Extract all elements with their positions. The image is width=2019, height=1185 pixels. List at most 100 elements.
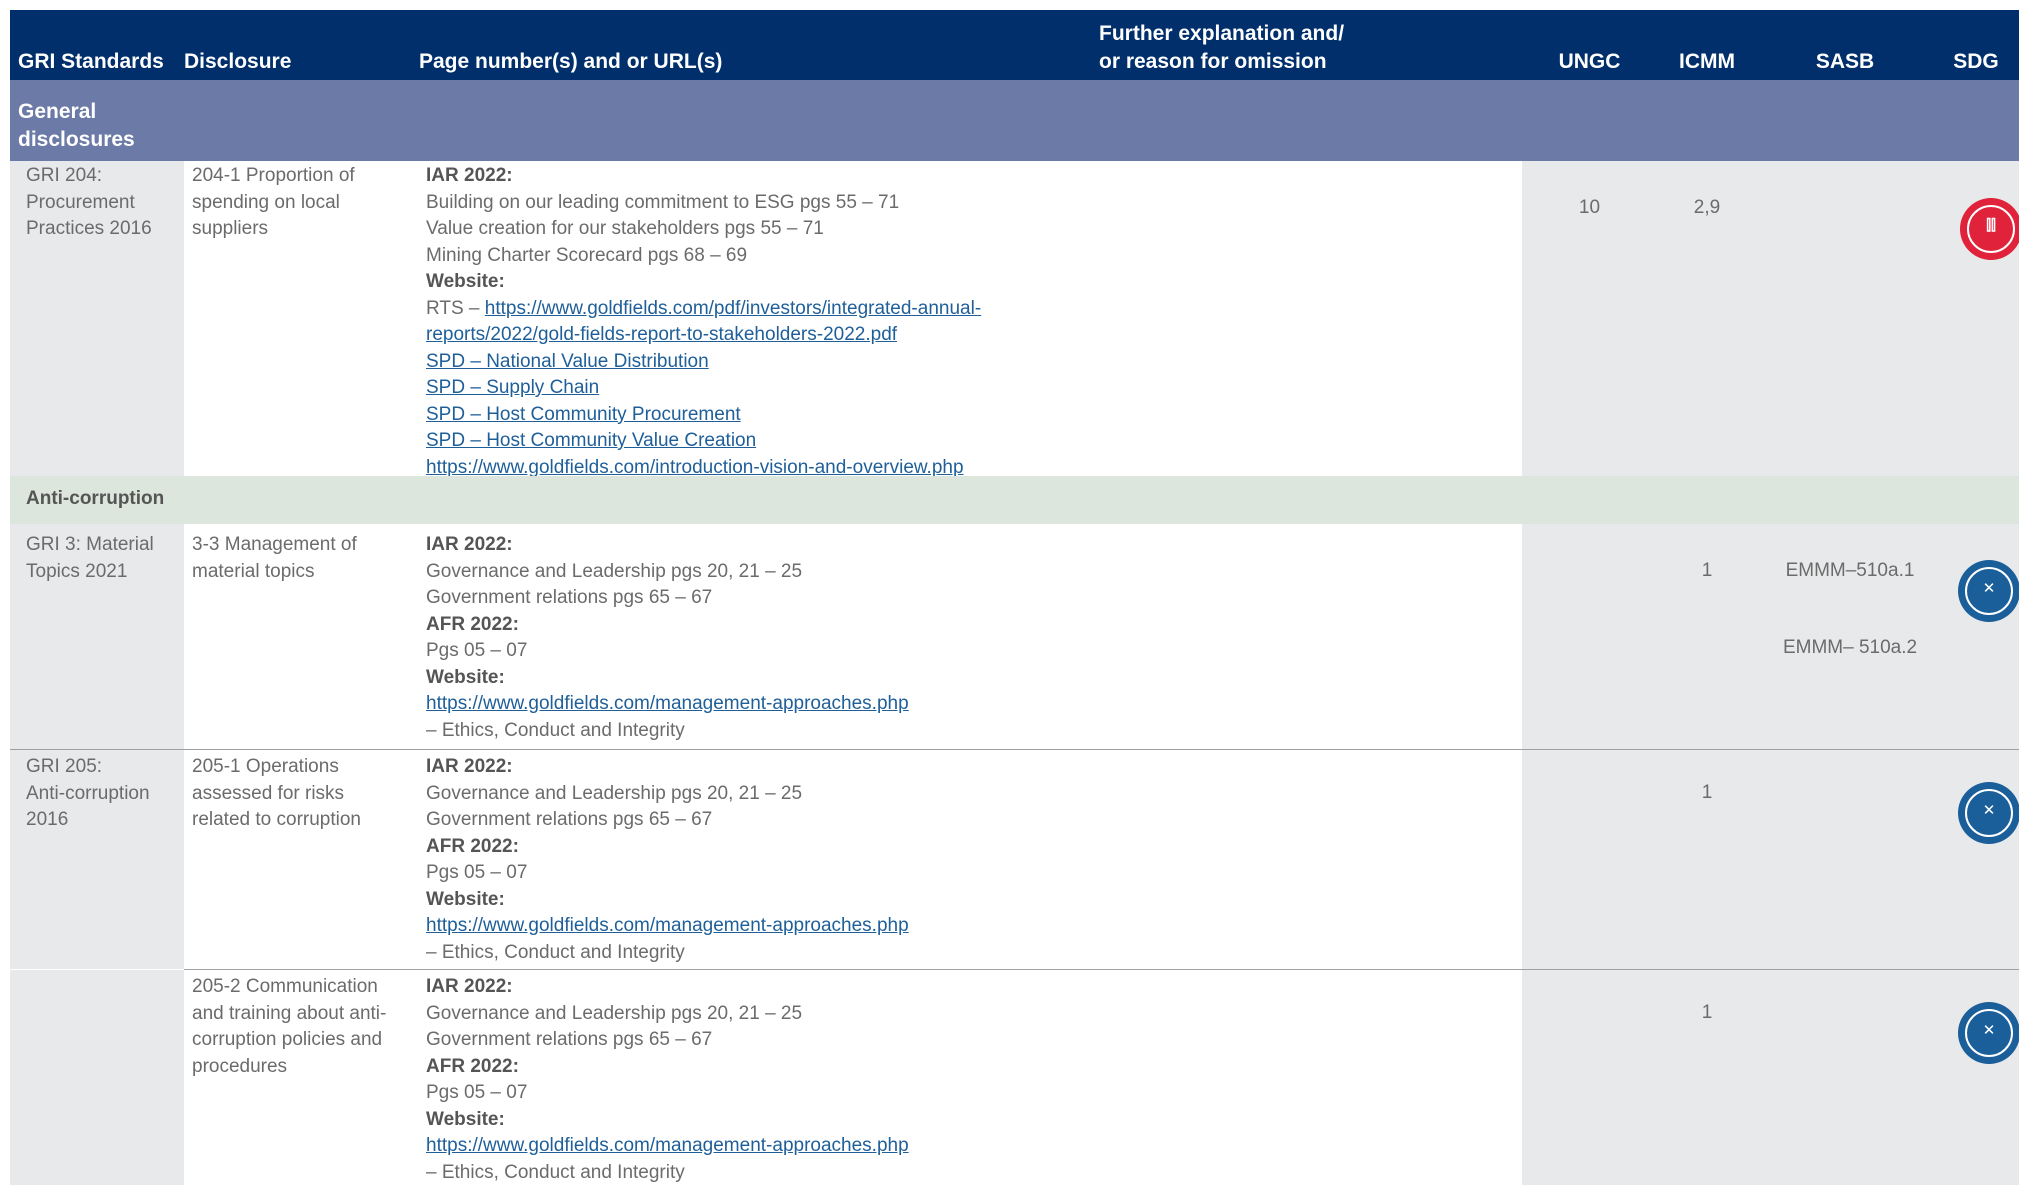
row-mapping-cell (1522, 750, 2019, 969)
reference-line: Pgs 05 – 07 (426, 862, 528, 883)
standard-line: GRI 3: Material (26, 534, 154, 555)
header-page-numbers: Page number(s) and or URL(s) (419, 50, 723, 73)
header-disclosure: Disclosure (184, 50, 292, 73)
row-page-references: IAR 2022: Governance and Leadership pgs … (426, 754, 1516, 966)
table-row: GRI 205: Anti-corruption 2016 205-1 Oper… (10, 750, 2019, 969)
row-disclosure: 204-1 Proportion of spending on local su… (192, 163, 414, 243)
reference-heading: IAR 2022: (426, 534, 513, 555)
reference-line: Pgs 05 – 07 (426, 1082, 528, 1103)
reference-link[interactable]: https://www.goldfields.com/management-ap… (426, 1133, 1516, 1160)
row-icmm: 1 (1701, 1002, 1713, 1023)
row-disclosure: 3-3 Management of material topics (192, 532, 414, 585)
reference-link[interactable]: SPD – Host Community Procurement (426, 402, 1516, 429)
section-general-label: General disclosures (18, 100, 135, 151)
reference-link[interactable]: SPD – Host Community Value Creation (426, 428, 1516, 455)
row-disclosure: 205-2 Communication and training about a… (192, 974, 414, 1080)
reference-link[interactable]: https://www.goldfields.com/pdf/investors… (485, 298, 981, 319)
reference-link[interactable]: reports/2022/gold-fields-report-to-stake… (426, 322, 1516, 349)
disclosure-line: suppliers (192, 218, 269, 239)
reference-line: Value creation for our stakeholders pgs … (426, 218, 824, 239)
reference-heading: IAR 2022: (426, 165, 513, 186)
standard-line: 2016 (26, 809, 69, 830)
standard-line: Procurement (26, 191, 135, 213)
disclosure-line: corruption policies and (192, 1029, 383, 1050)
row-page-references: IAR 2022: Governance and Leadership pgs … (426, 532, 1516, 744)
reference-line: Pgs 05 – 07 (426, 640, 528, 661)
row-standard-cell (10, 970, 184, 1185)
standard-line: GRI 205: (26, 756, 103, 777)
disclosure-line: spending on local (192, 191, 340, 213)
standard-line: Practices 2016 (26, 218, 152, 239)
row-mapping-cell (1522, 970, 2019, 1185)
reference-line: Government relations pgs 65 – 67 (426, 587, 713, 608)
reference-line: Government relations pgs 65 – 67 (426, 1029, 713, 1050)
sdg-goal-16-icon: ✕ (1958, 1002, 2019, 1064)
reference-line: Governance and Leadership pgs 20, 21 – 2… (426, 1002, 803, 1024)
header-further-line-1: Further explanation and/ (1099, 22, 1345, 45)
reference-heading: Website: (426, 666, 505, 688)
reference-line: Mining Charter Scorecard pgs 68 – 69 (426, 244, 748, 266)
reference-line: Governance and Leadership pgs 20, 21 – 2… (426, 560, 803, 582)
reference-line: – Ethics, Conduct and Integrity (426, 719, 685, 741)
row-icmm: 1 (1701, 782, 1713, 803)
disclosure-line: assessed for risks (192, 782, 345, 804)
disclosure-line: 3-3 Management of (192, 534, 357, 555)
sdg-icon-glyph: ✕ (1982, 1022, 1996, 1039)
reference-link[interactable]: SPD – Supply Chain (426, 375, 1516, 402)
reference-link[interactable]: https://www.goldfields.com/management-ap… (426, 691, 1516, 718)
sdg-icon-glyph: ✕ (1982, 802, 1996, 819)
sdg-icon-glyph: ✕ (1982, 580, 1996, 597)
standard-line: Anti-corruption (26, 782, 150, 804)
sdg-goal-8-icon: ⫿⫿ (1960, 198, 2019, 260)
row-standard: GRI 3: Material Topics 2021 (26, 532, 184, 585)
reference-line: – Ethics, Conduct and Integrity (426, 941, 685, 963)
reference-line: – Ethics, Conduct and Integrity (426, 1161, 685, 1183)
table-row: GRI 204: Procurement Practices 2016 204-… (10, 161, 2019, 478)
disclosure-line: 205-2 Communication (192, 976, 378, 997)
row-standard: GRI 205: Anti-corruption 2016 (26, 754, 184, 834)
table-header: GRI Standards Disclosure Page number(s) … (10, 10, 2019, 80)
table-row: 205-2 Communication and training about a… (10, 970, 2019, 1185)
header-sasb: SASB (1815, 50, 1875, 73)
row-page-references: IAR 2022: Governance and Leadership pgs … (426, 974, 1516, 1185)
row-ungc: 10 (1578, 197, 1601, 218)
disclosure-line: and training about anti- (192, 1002, 387, 1024)
reference-line: Governance and Leadership pgs 20, 21 – 2… (426, 782, 803, 804)
header-further-explanation: Further explanation and/ or reason for o… (1099, 20, 1519, 76)
reference-line-with-link: RTS – https://www.goldfields.com/pdf/inv… (426, 296, 1516, 323)
standard-line: GRI 204: (26, 165, 103, 186)
reference-heading: AFR 2022: (426, 835, 519, 857)
header-icmm: ICMM (1679, 50, 1735, 73)
disclosure-line: 204-1 Proportion of (192, 165, 355, 186)
section-general-disclosures: General disclosures (10, 80, 2019, 161)
sdg-icon-glyph: ⫿⫿ (1986, 217, 1996, 234)
header-sdg: SDG (1953, 50, 1999, 73)
reference-line: Building on our leading commitment to ES… (426, 191, 900, 213)
reference-heading: AFR 2022: (426, 1055, 519, 1077)
sdg-goal-16-icon: ✕ (1958, 560, 2019, 622)
row-page-references: IAR 2022: Building on our leading commit… (426, 163, 1516, 481)
table-row: GRI 3: Material Topics 2021 3-3 Manageme… (10, 524, 2019, 749)
reference-link[interactable]: SPD – National Value Distribution (426, 349, 1516, 376)
reference-heading: Website: (426, 271, 505, 292)
reference-link[interactable]: https://www.goldfields.com/management-ap… (426, 913, 1516, 940)
section-anti-corruption-label: Anti-corruption (26, 488, 165, 509)
reference-heading: AFR 2022: (426, 613, 519, 635)
gri-index-table: GRI Standards Disclosure Page number(s) … (10, 10, 2019, 1185)
reference-line: Government relations pgs 65 – 67 (426, 809, 713, 830)
header-gri-standards: GRI Standards (18, 50, 164, 73)
row-standard: GRI 204: Procurement Practices 2016 (26, 163, 184, 243)
reference-heading: IAR 2022: (426, 756, 513, 777)
disclosure-line: procedures (192, 1055, 288, 1077)
row-icmm: 2,9 (1693, 197, 1721, 218)
header-ungc: UNGC (1558, 50, 1621, 73)
reference-heading: Website: (426, 888, 505, 910)
standard-line: Topics 2021 (26, 560, 128, 582)
section-anti-corruption: Anti-corruption (10, 476, 2019, 524)
disclosure-line: related to corruption (192, 809, 361, 830)
reference-prefix: RTS – (426, 297, 485, 319)
row-icmm: 1 (1701, 560, 1713, 581)
disclosure-line: 205-1 Operations (192, 756, 339, 777)
reference-heading: IAR 2022: (426, 976, 513, 997)
row-sasb-2: EMMM– 510a.2 (1782, 637, 1918, 658)
